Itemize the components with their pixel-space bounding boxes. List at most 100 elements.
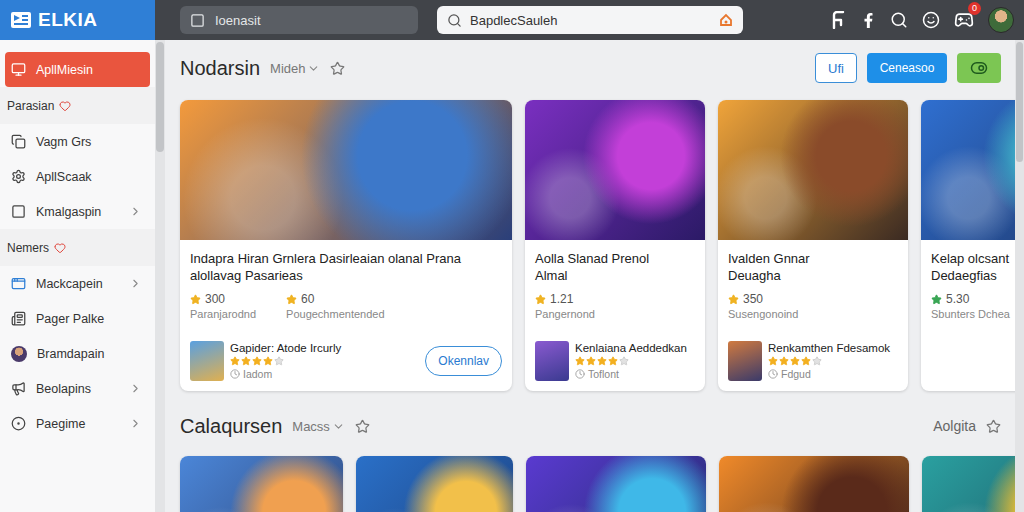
- star-icon: [608, 356, 618, 366]
- game-card[interactable]: Aolla Slanad PrenolAlmal 1.21PangernondKe…: [525, 100, 705, 391]
- game-meta: Toflont: [575, 368, 695, 380]
- game-row[interactable]: Gapider: Atode IrcurlyIadomOkennlav: [190, 321, 502, 381]
- sidebar-item[interactable]: Pager Palke: [5, 301, 150, 336]
- game-art: [525, 100, 705, 240]
- filter-dropdown[interactable]: Mideh: [270, 61, 320, 76]
- card-row: [180, 456, 1015, 512]
- game-art: [526, 456, 706, 512]
- star-icon: [728, 294, 739, 305]
- sidebar-item[interactable]: ApllScaak: [5, 159, 150, 194]
- heart-icon: [54, 242, 66, 254]
- game-card[interactable]: [719, 456, 909, 512]
- menu-icon: [11, 204, 26, 219]
- toggle-button[interactable]: [957, 53, 1001, 83]
- avatar-icon: [11, 346, 27, 362]
- search-icon[interactable]: [890, 11, 908, 29]
- rating: 5.30Sbunters Dchea: [931, 292, 1010, 321]
- notification-badge: 0: [968, 2, 981, 15]
- star-icon: [768, 356, 778, 366]
- rating: 350Susengonoind: [728, 292, 798, 321]
- star-rating: [575, 356, 695, 366]
- sidebar-item[interactable]: Bramdapain: [5, 336, 150, 371]
- toggle-icon: [970, 59, 988, 77]
- menu-icon: [11, 311, 26, 326]
- logo-icon: [10, 10, 32, 30]
- rating: 60Pougechmentended: [286, 292, 384, 321]
- card-title: Aolla Slanad PrenolAlmal: [535, 250, 695, 284]
- section-title: Nodarsin: [180, 57, 260, 80]
- star-icon: [597, 356, 607, 366]
- game-art: [719, 456, 909, 512]
- menu-icon: [11, 416, 26, 431]
- game-row[interactable]: Kenlaiana AeddedkanToflont: [535, 321, 695, 381]
- search-icon: [447, 13, 462, 28]
- card-title: Kelap olcsantDedaegfias: [931, 250, 1015, 284]
- star-icon: [286, 294, 297, 305]
- secondary-button[interactable]: Ufi: [815, 53, 857, 83]
- sidebar-item[interactable]: Paegime: [5, 406, 150, 441]
- sidebar-item[interactable]: Beolapins: [5, 371, 150, 406]
- game-card[interactable]: Kelap olcsantDedaegfias 5.30Sbunters Dche…: [921, 100, 1015, 391]
- star-icon[interactable]: [330, 61, 345, 76]
- sidebar-item[interactable]: Vagm Grs: [5, 124, 150, 159]
- star-icon: [931, 294, 942, 305]
- game-meta: Fdgud: [768, 368, 898, 380]
- star-rating: [768, 356, 898, 366]
- star-icon[interactable]: [355, 419, 370, 434]
- main-scrollbar[interactable]: [1015, 40, 1024, 512]
- game-card[interactable]: Ivalden GnnarDeuagha350SusengonoindRenka…: [718, 100, 908, 391]
- quick-search-field[interactable]: Ioenasit: [180, 6, 418, 34]
- notifications[interactable]: 0: [954, 10, 974, 30]
- app: ELKIA Ioenasit BapdlecSauleh 0 ApllMiesinPar…: [0, 0, 1024, 512]
- logo[interactable]: ELKIA: [0, 0, 155, 40]
- search-field[interactable]: BapdlecSauleh: [437, 6, 743, 34]
- game-thumbnail: [535, 341, 569, 381]
- game-meta: Iadom: [230, 368, 419, 380]
- sidebar: ApllMiesinParasianVagm GrsApllScaakKmalg…: [0, 40, 155, 512]
- game-card[interactable]: [922, 456, 1015, 512]
- main-content: Nodarsin Mideh Ufi Ceneasoo Indapra Hiran Gr…: [165, 40, 1015, 512]
- home-icon[interactable]: [719, 13, 733, 27]
- smile-icon[interactable]: [922, 11, 940, 29]
- game-art: [921, 100, 1015, 240]
- star-rating: [230, 356, 419, 366]
- card-title: Indapra Hiran Grnlera Dasirleaian olanal…: [190, 250, 502, 284]
- sidebar-item[interactable]: Kmalgaspin: [5, 194, 150, 229]
- game-card[interactable]: [356, 456, 513, 512]
- star-icon: [535, 294, 546, 305]
- game-art: [356, 456, 513, 512]
- menu-icon: [11, 169, 26, 184]
- game-card[interactable]: [526, 456, 706, 512]
- star-icon: [190, 294, 201, 305]
- open-button[interactable]: Okennlav: [425, 346, 502, 376]
- rating: 300Paranjarodnd: [190, 292, 256, 321]
- menu-icon: [11, 62, 26, 77]
- filter-dropdown[interactable]: Macss: [292, 419, 345, 434]
- game-row[interactable]: Renkamthen FdesamokFdgud: [728, 321, 898, 381]
- star-icon[interactable]: [986, 419, 1001, 434]
- menu-icon: [11, 276, 26, 291]
- game-card[interactable]: Indapra Hiran Grnlera Dasirleaian olanal…: [180, 100, 512, 391]
- game-thumbnail: [190, 341, 224, 381]
- sidebar-item[interactable]: ApllMiesin: [5, 52, 150, 87]
- chevron-down-icon: [307, 62, 320, 75]
- sidebar-item[interactable]: Mackcapein: [5, 266, 150, 301]
- user-avatar[interactable]: [988, 7, 1014, 33]
- game-art: [718, 100, 908, 240]
- rating: 1.21Pangernond: [535, 292, 595, 321]
- section-link[interactable]: Aolgita: [933, 418, 976, 434]
- clock-icon: [230, 369, 240, 379]
- star-icon: [812, 356, 822, 366]
- star-icon: [575, 356, 585, 366]
- facebook-icon[interactable]: [861, 13, 876, 28]
- clock-icon: [768, 369, 778, 379]
- sidebar-section: Parasian: [0, 87, 155, 124]
- card-row: Indapra Hiran Grnlera Dasirleaian olanal…: [180, 100, 1015, 391]
- game-art: [922, 456, 1015, 512]
- game-card[interactable]: [180, 456, 343, 512]
- sidebar-scrollbar[interactable]: [155, 40, 165, 512]
- primary-button[interactable]: Ceneasoo: [867, 53, 947, 83]
- star-icon: [274, 356, 284, 366]
- top-bar: ELKIA Ioenasit BapdlecSauleh 0: [0, 0, 1024, 40]
- hook-icon[interactable]: [831, 11, 847, 29]
